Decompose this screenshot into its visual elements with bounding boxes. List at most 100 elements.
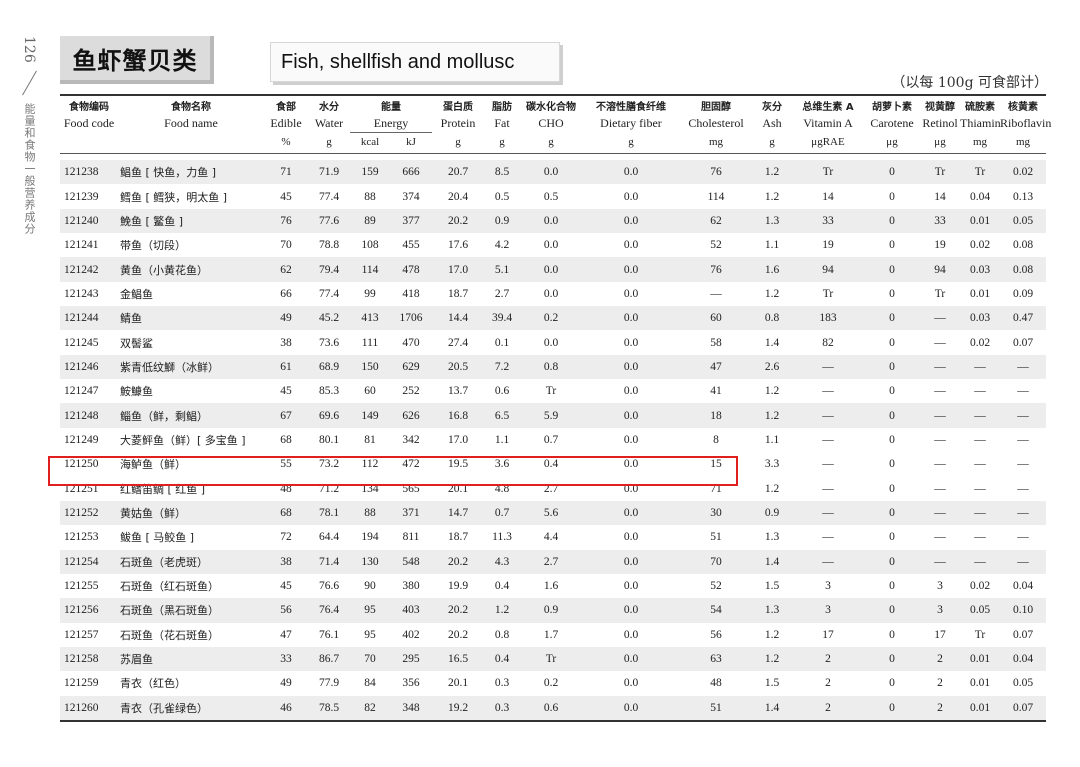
value-cell: 0.02: [1000, 160, 1046, 185]
column-header-en: Vitamin A: [803, 115, 853, 130]
value-cell: 470: [402, 336, 420, 349]
value-cell: —: [920, 403, 960, 428]
value-cell: Tr: [520, 646, 582, 672]
column-header-cn: 不溶性膳食纤维: [596, 101, 666, 113]
value-cell: 19: [934, 239, 946, 252]
column-header-en: Carotene: [870, 115, 914, 130]
value-cell: 76.6: [318, 580, 340, 593]
value-cell: 3.6: [484, 452, 520, 477]
value-cell: 565: [402, 482, 420, 495]
value-cell: 114: [350, 257, 390, 282]
value-cell: 33: [792, 208, 864, 234]
value-cell: 0.0: [582, 452, 680, 477]
value-cell: —: [1000, 549, 1046, 574]
value-cell: —: [974, 482, 986, 495]
value-cell: 159: [350, 160, 390, 185]
value-cell: 15: [680, 452, 752, 477]
value-cell: 356: [402, 677, 420, 690]
column-header-cn: 食部: [276, 101, 296, 113]
value-cell: 0.8: [520, 354, 582, 380]
value-cell: 0: [864, 452, 920, 477]
value-cell: 71.2: [318, 482, 340, 495]
value-cell: 41: [710, 385, 722, 398]
column-header-cn: 灰分: [762, 101, 782, 113]
value-cell: 48: [710, 677, 722, 690]
food-code-cell: 121257: [64, 628, 99, 641]
value-cell: 811: [402, 531, 420, 544]
value-cell: 0.4: [484, 646, 520, 672]
value-cell: 20.1: [447, 677, 469, 690]
value-cell: 1.2: [752, 646, 792, 672]
column-header-cn: 胆固醇: [701, 101, 731, 113]
value-cell: Tr: [934, 287, 946, 300]
food-code-cell: 121240: [60, 208, 118, 234]
table-row: 121245 双髻鲨 38 73.6 111 470 27.4 0.1 0.0 0.0 58 1.4 8…: [60, 330, 1046, 354]
food-code-cell: 121253: [64, 531, 99, 544]
column-header-cn: 蛋白质: [443, 101, 473, 113]
value-cell: 77.6: [308, 208, 350, 234]
column-header-en: Food name: [164, 115, 218, 130]
value-cell: 38: [280, 336, 292, 349]
value-cell: 2.7: [520, 549, 582, 574]
value-cell: 0.0: [623, 433, 639, 446]
value-cell: 111: [361, 336, 379, 349]
food-code-cell: 121254: [60, 549, 118, 574]
value-cell: 0.02: [969, 580, 991, 593]
value-cell: 39.4: [484, 306, 520, 331]
food-name-cell: 青衣（孔雀绿色）: [118, 695, 264, 722]
value-cell: 0.0: [582, 695, 680, 722]
column-header-cn: 食物编码: [69, 101, 109, 113]
value-cell: 0.8: [752, 306, 792, 331]
value-cell: 20.2: [432, 208, 484, 234]
table-row: 121246 紫青低纹鰤（冰鲜） 61 68.9 150 629 20.5 7.2 0.8 0.0…: [60, 354, 1046, 380]
value-cell: 30: [680, 500, 752, 526]
value-cell: 5.6: [520, 500, 582, 526]
value-cell: 0: [864, 208, 920, 234]
value-cell: 0: [864, 695, 920, 722]
value-cell: 56: [264, 598, 308, 623]
page-number: 126: [21, 36, 37, 63]
value-cell: 38: [264, 549, 308, 574]
value-cell: 0.9: [520, 598, 582, 623]
value-cell: 0.6: [520, 695, 582, 722]
value-cell: 77.9: [318, 677, 340, 690]
value-cell: 45.2: [308, 306, 350, 331]
value-cell: 84: [364, 677, 376, 690]
value-cell: Tr: [974, 628, 986, 641]
food-name-cell: 苏眉鱼: [118, 646, 264, 672]
value-cell: 149: [350, 403, 390, 428]
value-cell: 16.8: [432, 403, 484, 428]
food-name-cell: 鲳鱼 [ 快鱼，力鱼 ]: [118, 160, 264, 185]
value-cell: 71: [264, 160, 308, 185]
value-cell: 0: [889, 287, 895, 300]
value-cell: 1.2: [764, 628, 780, 641]
food-name-cell: 带鱼（切段）: [120, 239, 186, 253]
value-cell: 0.2: [520, 306, 582, 331]
value-cell: 1.2: [752, 160, 792, 185]
column-header-en: Water: [314, 115, 344, 130]
value-cell: 0: [889, 336, 895, 349]
value-cell: 0.07: [1000, 695, 1046, 722]
value-cell: 52: [710, 580, 722, 593]
value-cell: —: [822, 385, 834, 398]
value-cell: —: [822, 482, 834, 495]
value-cell: 18.7: [447, 531, 469, 544]
value-cell: 0: [889, 433, 895, 446]
value-cell: 0: [889, 677, 895, 690]
value-cell: 2: [792, 695, 864, 722]
value-cell: 130: [350, 549, 390, 574]
value-cell: 18: [680, 403, 752, 428]
value-cell: 1.5: [764, 580, 780, 593]
value-cell: —: [792, 500, 864, 526]
value-cell: 20.2: [432, 549, 484, 574]
food-code-cell: 121260: [60, 695, 118, 722]
table-row: 121244 鲭鱼 49 45.2 413 1706 14.4 39.4 0.2 0.0 60 0.8…: [60, 306, 1046, 331]
food-code-cell: 121251: [64, 482, 99, 495]
table-row: 121254 石斑鱼（老虎斑） 38 71.4 130 548 20.2 4.3 2.7 0.0 7…: [60, 549, 1046, 574]
value-cell: 8: [713, 433, 719, 446]
value-cell: 112: [350, 452, 390, 477]
value-cell: 5.1: [484, 257, 520, 282]
value-cell: —: [792, 354, 864, 380]
value-cell: 0.5: [543, 190, 559, 203]
value-cell: 1.3: [752, 598, 792, 623]
